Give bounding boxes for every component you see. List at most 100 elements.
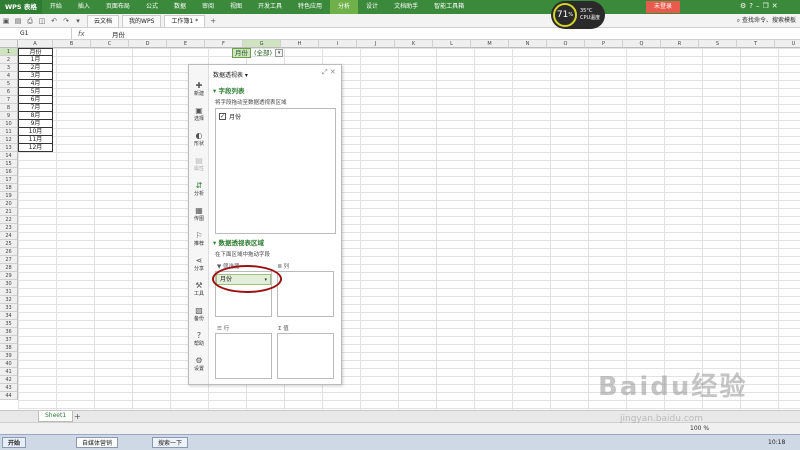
data-cell[interactable]: 12月 xyxy=(18,144,53,152)
select-all-corner[interactable] xyxy=(0,40,18,48)
ribbon-tab[interactable]: 设计 xyxy=(358,0,386,14)
ribbon-tab[interactable]: 文档助手 xyxy=(386,0,426,14)
row-header[interactable]: 6 xyxy=(0,88,18,96)
row-header[interactable]: 29 xyxy=(0,272,18,280)
ribbon-tab[interactable]: 开始 xyxy=(42,0,70,14)
spreadsheet-grid[interactable]: ABCDEFGHIJKLMNOPQRSTUV 12345678910111213… xyxy=(0,40,800,410)
ribbon-tab[interactable]: 特色应用 xyxy=(290,0,330,14)
panel-close-icon[interactable]: ⤢ ✕ xyxy=(322,68,336,77)
start-button[interactable]: 开始 xyxy=(2,437,27,448)
panel-sidebar-item[interactable]: ✚ 新建 xyxy=(189,81,209,97)
document-tab[interactable]: 我的WPS xyxy=(122,14,162,27)
data-cell[interactable]: 3月 xyxy=(18,72,53,80)
column-area-zone[interactable] xyxy=(277,271,334,317)
fx-icon[interactable]: fx xyxy=(72,30,112,38)
preview-icon[interactable]: ◫ xyxy=(38,17,46,25)
cell-area[interactable] xyxy=(18,48,800,410)
column-header[interactable]: I xyxy=(319,40,357,48)
panel-sidebar-item[interactable]: ⇵ 分析 xyxy=(189,181,209,197)
ribbon-tab[interactable]: 插入 xyxy=(70,0,98,14)
command-search[interactable]: ⌕ 查找命令、搜索模板 xyxy=(737,15,796,25)
panel-title[interactable]: 数据透视表 ▾ xyxy=(213,70,248,79)
panel-sidebar-item[interactable]: ⚒ 工具 xyxy=(189,281,209,297)
column-header[interactable]: L xyxy=(433,40,471,48)
value-area-zone[interactable] xyxy=(277,333,334,379)
checkbox-checked-icon[interactable]: ✓ xyxy=(219,113,226,120)
column-header[interactable]: Q xyxy=(623,40,661,48)
data-cell[interactable]: 2月 xyxy=(18,64,53,72)
column-header[interactable]: D xyxy=(129,40,167,48)
ribbon-tab[interactable]: 开发工具 xyxy=(250,0,290,14)
sheet-tab[interactable]: Sheet1 xyxy=(38,411,74,422)
column-header[interactable]: U xyxy=(775,40,800,48)
row-header[interactable]: 8 xyxy=(0,104,18,112)
row-header[interactable]: 14 xyxy=(0,152,18,160)
row-header[interactable]: 5 xyxy=(0,80,18,88)
document-tab[interactable]: 工作簿1 * xyxy=(164,14,206,27)
data-cell[interactable]: 8月 xyxy=(18,112,53,120)
row-header[interactable]: 40 xyxy=(0,360,18,368)
row-area-zone[interactable] xyxy=(215,333,272,379)
row-header[interactable]: 37 xyxy=(0,336,18,344)
row-header[interactable]: 35 xyxy=(0,320,18,328)
name-box[interactable]: G1 xyxy=(0,28,72,39)
row-header[interactable]: 11 xyxy=(0,128,18,136)
row-header[interactable]: 20 xyxy=(0,200,18,208)
panel-sidebar-item[interactable]: ⋖ 分享 xyxy=(189,256,209,272)
window-controls[interactable]: ⚙?–❐✕ xyxy=(740,2,781,10)
data-cell[interactable]: 7月 xyxy=(18,104,53,112)
ribbon-tab[interactable]: 视图 xyxy=(222,0,250,14)
pivot-filter-cell[interactable]: 月份 (全部) ▾ xyxy=(232,47,284,58)
row-header[interactable]: 12 xyxy=(0,136,18,144)
ribbon-tab[interactable]: 智能工具箱 xyxy=(426,0,472,14)
row-header[interactable]: 1 xyxy=(0,48,18,56)
row-header[interactable]: 17 xyxy=(0,176,18,184)
row-header[interactable]: 39 xyxy=(0,352,18,360)
panel-sidebar-item[interactable]: ⚙ 设置 xyxy=(189,356,209,372)
app-menu-button[interactable]: WPS 表格 xyxy=(0,0,42,14)
column-header[interactable]: S xyxy=(699,40,737,48)
row-header[interactable]: 33 xyxy=(0,304,18,312)
pivot-filter-dropdown-icon[interactable]: ▾ xyxy=(275,48,284,57)
data-cell[interactable]: 6月 xyxy=(18,96,53,104)
row-header[interactable]: 23 xyxy=(0,224,18,232)
ribbon-tab[interactable]: 审阅 xyxy=(194,0,222,14)
field-list-header[interactable]: ▾ 字段列表 xyxy=(213,85,245,95)
ribbon-tab[interactable]: 页面布局 xyxy=(98,0,138,14)
column-header[interactable]: H xyxy=(281,40,319,48)
row-header[interactable]: 31 xyxy=(0,288,18,296)
row-header[interactable]: 3 xyxy=(0,64,18,72)
row-header[interactable]: 42 xyxy=(0,376,18,384)
column-header[interactable]: J xyxy=(357,40,395,48)
formula-input[interactable]: 月份 xyxy=(112,29,125,39)
row-header[interactable]: 9 xyxy=(0,112,18,120)
panel-sidebar-item[interactable]: ◐ 形状 xyxy=(189,131,209,147)
row-header[interactable]: 36 xyxy=(0,328,18,336)
panel-sidebar-item[interactable]: ? 帮助 xyxy=(189,331,209,347)
data-cell[interactable]: 1月 xyxy=(18,56,53,64)
row-header[interactable]: 30 xyxy=(0,280,18,288)
row-header[interactable]: 24 xyxy=(0,232,18,240)
column-header[interactable]: P xyxy=(585,40,623,48)
row-header[interactable]: 19 xyxy=(0,192,18,200)
document-tab[interactable]: 云文档 xyxy=(87,14,120,27)
undo-icon[interactable]: ↶ xyxy=(50,17,58,25)
column-header[interactable]: T xyxy=(737,40,775,48)
column-header[interactable]: E xyxy=(167,40,205,48)
row-header[interactable]: 10 xyxy=(0,120,18,128)
save-icon[interactable]: ▤ xyxy=(14,17,22,25)
row-header[interactable]: 13 xyxy=(0,144,18,152)
data-cell[interactable]: 月份 xyxy=(18,48,53,56)
row-header[interactable]: 16 xyxy=(0,168,18,176)
row-header[interactable]: 32 xyxy=(0,296,18,304)
ribbon-tab[interactable]: 数据 xyxy=(166,0,194,14)
add-sheet-icon[interactable]: + xyxy=(74,411,81,422)
row-header[interactable]: 44 xyxy=(0,392,18,400)
taskbar-item-browser[interactable]: 自媒体营销 xyxy=(76,437,119,448)
row-header[interactable]: 7 xyxy=(0,96,18,104)
data-cell[interactable]: 4月 xyxy=(18,80,53,88)
cpu-monitor-widget[interactable]: 71% 35°C CPU温度 xyxy=(551,1,605,29)
dropdown-icon[interactable]: ▾ xyxy=(74,17,82,25)
open-icon[interactable]: ▣ xyxy=(2,17,10,25)
panel-sidebar-item[interactable]: ▣ 选择 xyxy=(189,106,209,122)
